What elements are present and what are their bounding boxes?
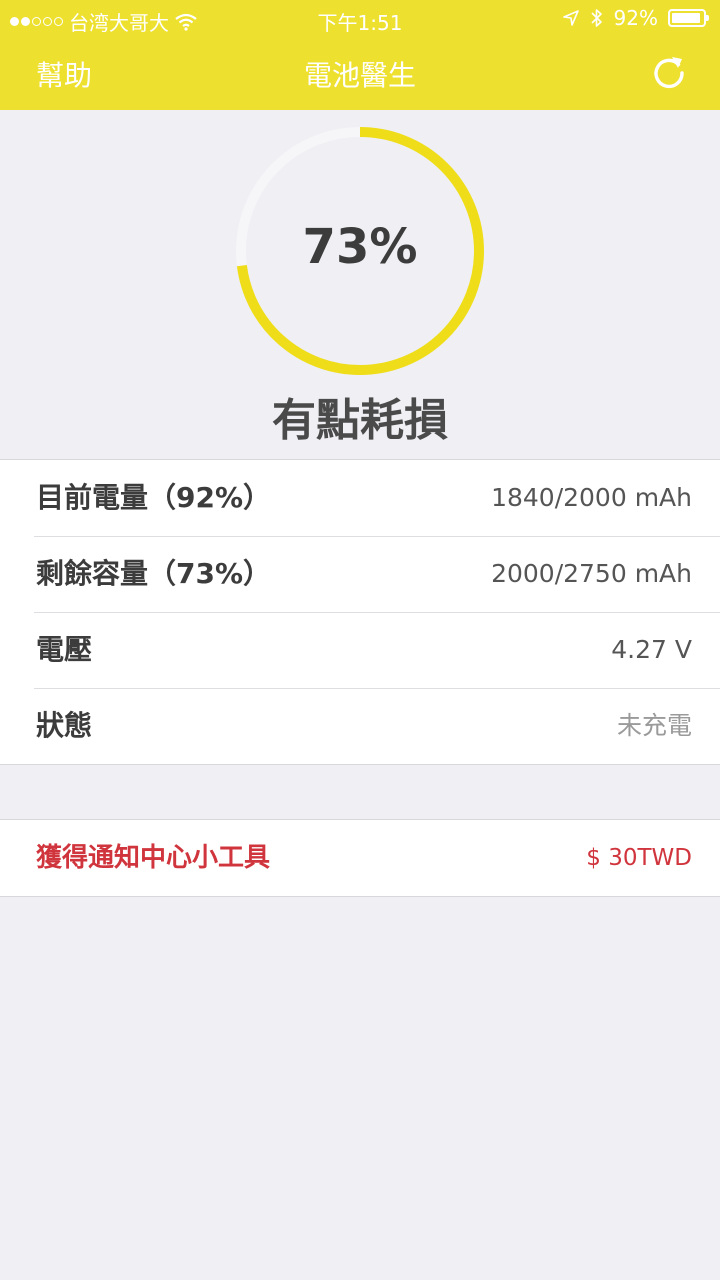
detail-label: 剩餘容量（73%） bbox=[36, 557, 272, 590]
detail-value: 4.27 V bbox=[611, 635, 692, 664]
page-title: 電池醫生 bbox=[303, 59, 416, 92]
detail-label: 目前電量（92%） bbox=[36, 481, 272, 514]
detail-value: 1840/2000 mAh bbox=[491, 483, 692, 512]
detail-row-current-charge: 目前電量（92%） 1840/2000 mAh bbox=[0, 460, 720, 536]
battery-condition: 有點耗損 bbox=[272, 395, 448, 446]
status-right: 92% bbox=[562, 6, 709, 30]
widget-purchase-label: 獲得通知中心小工具 bbox=[36, 843, 271, 873]
battery-icon bbox=[668, 9, 709, 27]
battery-details-list: 目前電量（92%） 1840/2000 mAh 剩餘容量（73%） 2000/2… bbox=[0, 459, 720, 765]
bluetooth-icon bbox=[590, 9, 602, 27]
detail-value: 2000/2750 mAh bbox=[491, 559, 692, 588]
battery-health-value: 73% bbox=[302, 219, 418, 275]
location-arrow-icon bbox=[562, 10, 579, 26]
widget-price: $ 30TWD bbox=[586, 845, 692, 871]
detail-row-remaining-capacity: 剩餘容量（73%） 2000/2750 mAh bbox=[0, 536, 720, 612]
detail-label: 電壓 bbox=[36, 633, 93, 666]
battery-percent: 92% bbox=[613, 6, 658, 30]
refresh-icon[interactable] bbox=[650, 54, 688, 92]
detail-label: 狀態 bbox=[36, 709, 93, 742]
detail-row-voltage: 電壓 4.27 V bbox=[0, 612, 720, 688]
status-bar: 台湾大哥大 下午1:51 92% bbox=[0, 0, 720, 38]
detail-value: 未充電 bbox=[616, 711, 692, 740]
header-bar: 台湾大哥大 下午1:51 92% 幫助 電池醫生 bbox=[0, 0, 720, 110]
widget-purchase-row[interactable]: 獲得通知中心小工具 $ 30TWD bbox=[0, 820, 720, 896]
detail-row-status: 狀態 未充電 bbox=[0, 688, 720, 764]
help-button[interactable]: 幫助 bbox=[36, 54, 92, 94]
promo-section: 獲得通知中心小工具 $ 30TWD bbox=[0, 819, 720, 897]
